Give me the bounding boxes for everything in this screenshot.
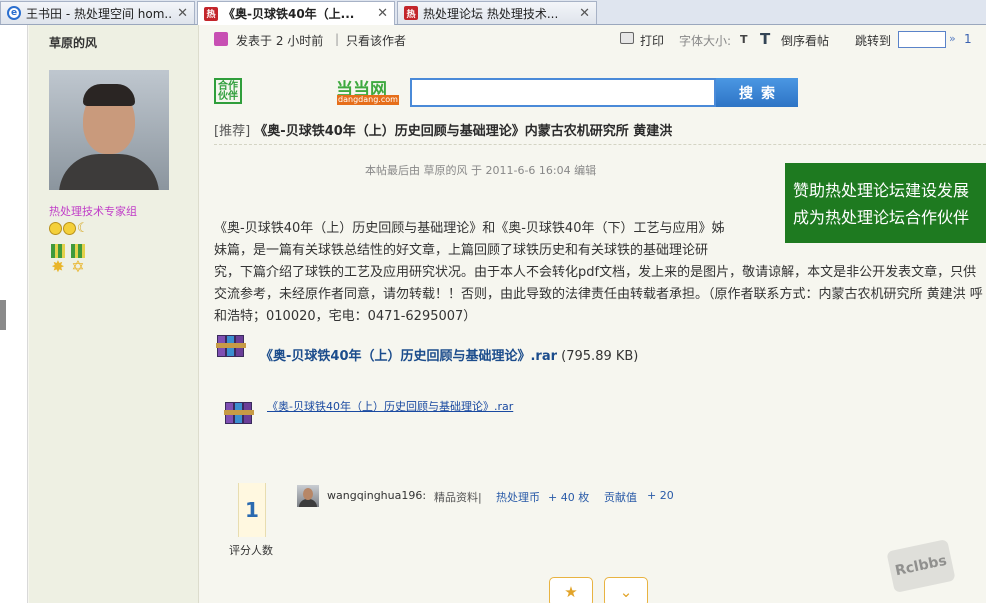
jump-to-input[interactable]: [898, 31, 946, 48]
dangdang-domain: dangdang.com: [337, 95, 399, 105]
reverse-order-link[interactable]: 倒序看帖: [781, 32, 829, 49]
medal-icon[interactable]: ✸: [49, 244, 67, 278]
floor-number: 1: [964, 32, 972, 46]
online-user-icon: [214, 32, 228, 46]
rar-icon: [216, 331, 246, 359]
close-icon[interactable]: ✕: [377, 6, 388, 21]
rank-icons: ☾: [49, 222, 90, 235]
divider: [214, 144, 986, 145]
post-time: 发表于 2 小时前: [236, 34, 324, 48]
tab-forum[interactable]: 热 热处理论坛 热处理技术... ✕: [397, 1, 597, 24]
close-icon[interactable]: ✕: [177, 6, 188, 21]
share-button[interactable]: ⌄: [604, 577, 648, 603]
print-link[interactable]: 打印: [640, 32, 664, 49]
tab-ao-bei-qiutie[interactable]: 热 《奥-贝球铁40年（上... ✕: [197, 1, 395, 25]
rar-icon: [224, 398, 254, 426]
search-button[interactable]: 搜索: [716, 78, 798, 107]
reverse-icon[interactable]: T: [760, 30, 770, 48]
title-text: 《奥-贝球铁40年（上）历史回顾与基础理论》内蒙古农机研究所 黄建洪: [254, 124, 673, 139]
chevron-down-icon: ⌄: [619, 583, 633, 601]
favorite-button[interactable]: ★: [549, 577, 593, 603]
rating-item: 热处理币: [496, 491, 540, 504]
body-line: 究，下篇介绍了球铁的工艺及应用研究状况。由于本人不会转化pdf文档，发上来的是图…: [214, 265, 983, 324]
avatar[interactable]: [49, 70, 169, 190]
attachment-size: (795.89 KB): [561, 349, 639, 364]
post-body: 《奥-贝球铁40年（上）历史回顾与基础理论》和《奥-贝球铁40年（下）工艺与应用…: [214, 218, 984, 328]
jump-to-label: 跳转到: [855, 34, 892, 48]
divider: |: [335, 32, 340, 46]
moon-icon: ☾: [77, 221, 89, 236]
edit-notice: 本帖最后由 草原的风 于 2011-6-6 16:04 编辑: [365, 164, 597, 177]
medal-icon[interactable]: ✡: [69, 244, 87, 278]
post-toolbar: 发表于 2 小时前 | 只看该作者 打印 字体大小: T T 倒序看帖 跳转到 …: [200, 25, 986, 53]
attachment: 《奥-贝球铁40年（上）历史回顾与基础理论》.rar (795.89 KB): [260, 345, 638, 364]
attachment-link[interactable]: 《奥-贝球铁40年（上）历史回顾与基础理论》.rar: [267, 398, 513, 414]
ad-line: 赞助热处理论坛建设发展: [793, 181, 970, 200]
rating-value: + 40 枚: [548, 491, 590, 504]
medals: ✸ ✡: [49, 244, 87, 278]
rating-category: 精品资料|: [434, 491, 482, 504]
user-group[interactable]: 热处理技术专家组: [49, 203, 137, 219]
avatar[interactable]: [297, 485, 319, 507]
post-title: [推荐] 《奥-贝球铁40年（上）历史回顾与基础理论》内蒙古农机研究所 黄建洪: [214, 120, 672, 139]
search-input[interactable]: [410, 78, 716, 107]
rating-label: 评分人数: [229, 544, 273, 557]
smiley-icon: [49, 222, 62, 235]
font-size-toggle[interactable]: T: [740, 33, 748, 46]
site-icon: 热: [204, 6, 218, 21]
tab-title: 热处理论坛 热处理技术...: [423, 6, 559, 21]
body-line: 《奥-贝球铁40年（上）历史回顾与基础理论》和《奥-贝球铁40年（下）工艺与应用…: [214, 221, 725, 236]
rating-value: + 20: [647, 489, 674, 502]
printer-icon[interactable]: [620, 32, 634, 44]
star-icon: ★: [564, 583, 578, 601]
tab-title: 王书田 - 热处理空间 hom...: [26, 6, 172, 21]
rating-count[interactable]: 1: [238, 483, 266, 537]
font-size-label: 字体大小:: [679, 34, 732, 48]
rating-item: 贡献值: [604, 491, 637, 504]
watermark: Rclbbs: [886, 539, 956, 593]
partner-badge: 合作伙伴: [214, 78, 242, 104]
tab-title: 《奥-贝球铁40年（上...: [223, 7, 355, 21]
browser-tab-bar: e 王书田 - 热处理空间 hom... ✕ 热 《奥-贝球铁40年（上... …: [0, 0, 986, 25]
jump-go-button[interactable]: »: [949, 32, 956, 45]
attachment-link[interactable]: 《奥-贝球铁40年（上）历史回顾与基础理论》.rar: [260, 349, 557, 364]
author-sidebar: 草原的风 热处理技术专家组 ☾ ✸ ✡: [29, 25, 199, 603]
only-author-link[interactable]: 只看该作者: [346, 32, 406, 49]
scroll-marker: [0, 300, 6, 330]
title-tag: [推荐]: [214, 124, 251, 139]
body-line: 妹篇，是一篇有关球铁总结性的好文章，上篇回顾了球铁历史和有关球铁的基础理论研: [214, 243, 709, 258]
site-icon: 热: [404, 6, 418, 20]
author-name[interactable]: 草原的风: [49, 34, 97, 51]
ie-icon: e: [7, 6, 21, 20]
post-main: 发表于 2 小时前 | 只看该作者 打印 字体大小: T T 倒序看帖 跳转到 …: [200, 25, 986, 603]
rater-name[interactable]: wangqinghua196:: [327, 489, 426, 502]
smiley-icon: [63, 222, 76, 235]
tab-wang-shutian[interactable]: e 王书田 - 热处理空间 hom... ✕: [0, 1, 195, 24]
left-gutter: [0, 25, 28, 603]
close-icon[interactable]: ✕: [579, 6, 590, 21]
